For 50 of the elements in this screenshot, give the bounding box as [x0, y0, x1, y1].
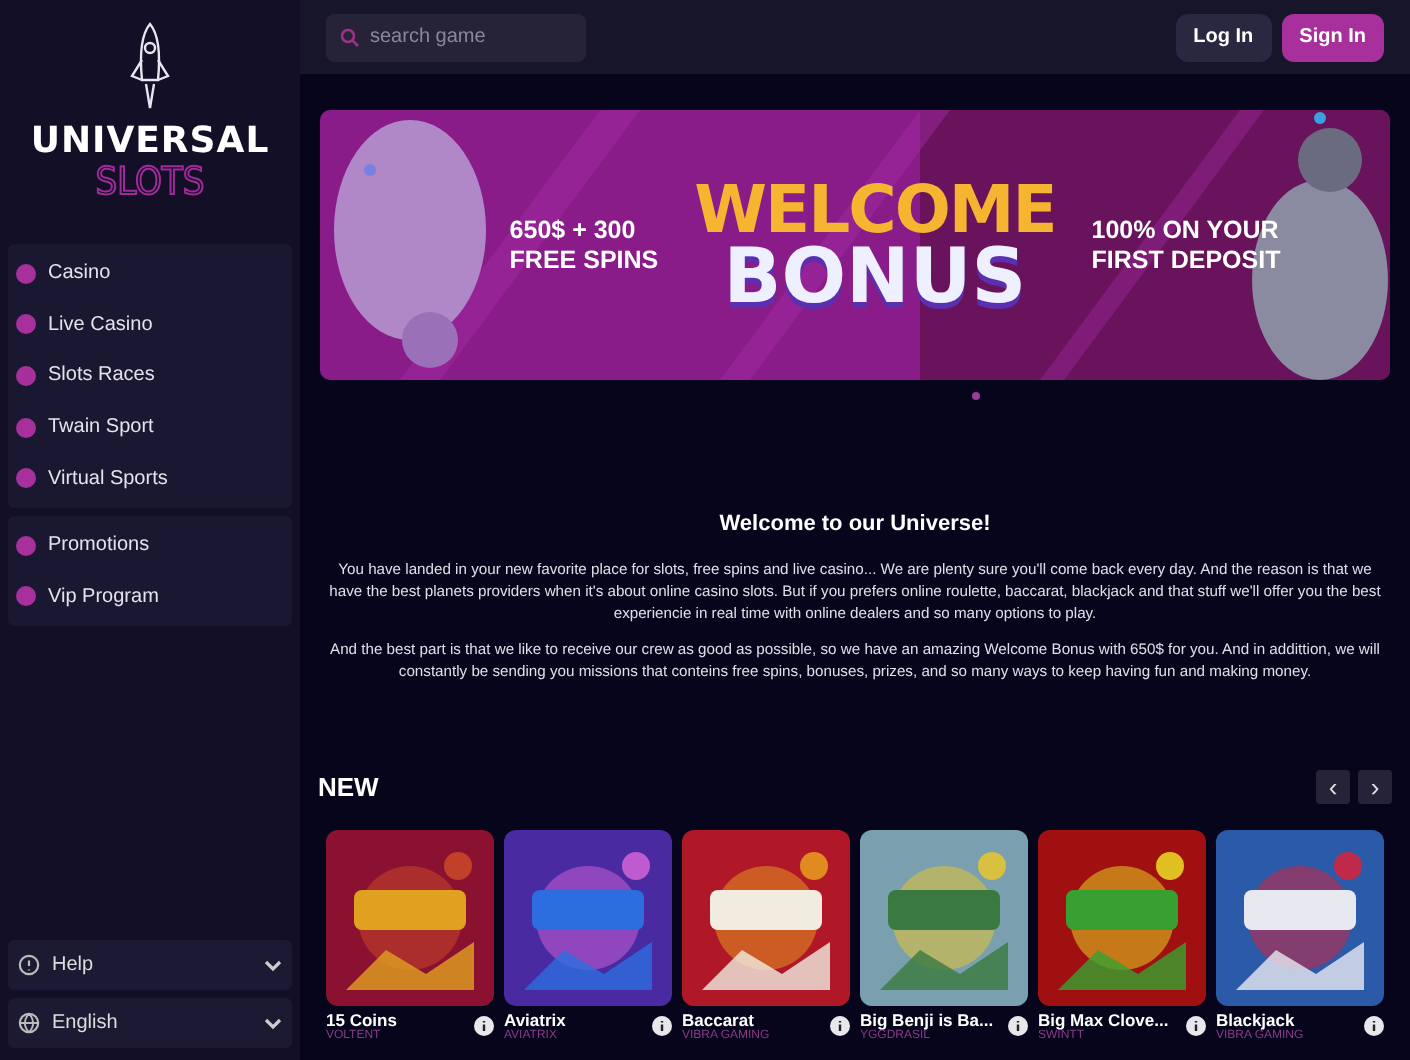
carousel-dot[interactable] — [971, 392, 979, 400]
welcome-heading: Welcome to our Universe! — [717, 512, 993, 536]
banner-subtitle: BONUS — [723, 240, 1027, 313]
circle-icon — [16, 535, 36, 556]
sidebar-item[interactable]: Vip Program — [8, 571, 292, 623]
sidebar-item[interactable]: Twain Sport — [8, 401, 292, 453]
rocket-icon — [126, 20, 174, 112]
circle-icon — [16, 314, 36, 335]
circle-icon — [16, 365, 36, 386]
info-icon[interactable] — [830, 1016, 850, 1036]
info-icon[interactable] — [1364, 1016, 1384, 1036]
sidebar-item[interactable]: Virtual Sports — [8, 452, 292, 504]
game-title: 15 Coins — [326, 1010, 397, 1030]
dropdown[interactable]: Help — [8, 940, 292, 990]
sidebar-item[interactable]: Promotions — [8, 519, 292, 572]
logo-subtitle: SLOTS — [95, 162, 205, 204]
banner-text: 100% ON YOUR — [1091, 215, 1281, 245]
banner-text: 650$ + 300 — [509, 215, 638, 245]
globe-icon — [18, 1012, 40, 1034]
search-icon — [340, 27, 360, 47]
sidebar-item[interactable]: Casino — [8, 248, 292, 300]
search-field[interactable]: search game — [326, 13, 586, 61]
sidebar-item[interactable]: Slots Races — [8, 350, 292, 402]
info-icon[interactable] — [652, 1016, 672, 1036]
game-title: Big Benji is Ba... — [860, 1010, 994, 1030]
sidebar-item[interactable]: Live Casino — [8, 299, 292, 351]
next-button[interactable]: › — [1358, 770, 1392, 804]
info-icon[interactable] — [1186, 1016, 1206, 1036]
circle-icon — [16, 586, 36, 607]
chevron-down-icon — [264, 959, 282, 971]
logo-title: UNIVERSAL — [30, 120, 270, 162]
sign-in-button[interactable]: Sign In — [1281, 13, 1384, 61]
previous-button[interactable]: ‹ — [1316, 770, 1350, 804]
banner-title: WELCOME — [694, 177, 1056, 241]
info-icon[interactable] — [1008, 1016, 1028, 1036]
game-title: Big Max Clove... — [1038, 1010, 1169, 1030]
chevron-down-icon — [264, 1017, 282, 1029]
banner-text: FIRST DEPOSIT — [1091, 245, 1281, 275]
dropdown[interactable]: English — [8, 998, 292, 1048]
help-icon — [18, 954, 40, 976]
game-title: Aviatrix — [504, 1010, 566, 1030]
banner-text: FREE SPINS — [509, 245, 659, 275]
log-in-button[interactable]: Log In — [1175, 13, 1272, 61]
circle-icon — [16, 468, 36, 489]
circle-icon — [16, 263, 36, 284]
circle-icon — [16, 417, 36, 438]
game-title: Baccarat — [682, 1010, 754, 1030]
info-icon[interactable] — [474, 1016, 494, 1036]
game-title: Blackjack — [1216, 1010, 1295, 1030]
section-title: NEW — [318, 772, 379, 802]
